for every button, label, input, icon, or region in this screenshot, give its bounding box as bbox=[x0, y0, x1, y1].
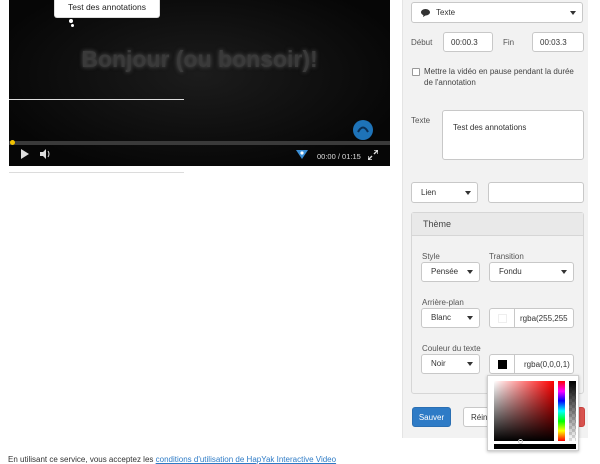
background-value: Blanc bbox=[431, 313, 452, 322]
thought-bubble-dot bbox=[71, 24, 74, 27]
video-frame-text: Bonjour (ou bonsoir)! bbox=[81, 46, 318, 72]
text-color-rgba-value: rgba(0,0,0,1) bbox=[524, 359, 570, 369]
hapyak-icon[interactable] bbox=[296, 149, 308, 160]
background-color-chip bbox=[497, 313, 507, 323]
alpha-slider[interactable] bbox=[569, 381, 576, 441]
terms-text: En utilisant ce service, vous acceptez l… bbox=[8, 455, 156, 464]
hapyak-watermark-icon bbox=[352, 119, 374, 141]
pause-checkbox-label: Mettre la vidéo en pause pendant la duré… bbox=[424, 67, 574, 87]
text-color-label: Couleur du texte bbox=[422, 344, 481, 353]
background-color-input[interactable]: rgba(255,255 bbox=[514, 308, 574, 328]
video-player[interactable]: Test des annotations Bonjour (ou bonsoir… bbox=[9, 0, 390, 166]
annotation-type-select[interactable]: Texte bbox=[411, 2, 583, 23]
text-color-select[interactable]: Noir bbox=[421, 354, 480, 374]
chevron-down-icon bbox=[465, 190, 471, 195]
end-label: Fin bbox=[503, 38, 515, 47]
start-time-input[interactable]: 00:00.3 bbox=[443, 32, 493, 52]
terms-notice: En utilisant ce service, vous acceptez l… bbox=[8, 455, 336, 464]
chevron-down-icon bbox=[467, 362, 473, 366]
style-label: Style bbox=[422, 252, 440, 261]
annotation-text: Test des annotations bbox=[68, 2, 146, 12]
annotation-text-area[interactable]: Test des annotations bbox=[442, 110, 584, 160]
transition-select[interactable]: Fondu bbox=[489, 262, 574, 282]
chevron-down-icon bbox=[570, 10, 576, 15]
fullscreen-icon[interactable] bbox=[368, 150, 378, 160]
progress-handle[interactable] bbox=[10, 140, 15, 145]
play-icon[interactable] bbox=[20, 149, 30, 159]
pause-checkbox[interactable] bbox=[412, 68, 420, 76]
link-type-select[interactable]: Lien bbox=[411, 182, 478, 203]
end-time-input[interactable]: 00:03.3 bbox=[532, 32, 584, 52]
speech-bubble-icon bbox=[421, 8, 430, 17]
color-picker-popover[interactable] bbox=[487, 375, 579, 451]
progress-bar[interactable] bbox=[9, 141, 390, 145]
color-preview-bar bbox=[494, 444, 576, 449]
control-bar: 00:00 / 01:15 bbox=[9, 146, 390, 166]
end-time-value: 00:03.3 bbox=[540, 37, 567, 47]
link-url-input[interactable] bbox=[488, 182, 584, 203]
terms-link[interactable]: conditions d'utilisation de HapYak Inter… bbox=[156, 455, 336, 464]
time-display: 00:00 / 01:15 bbox=[317, 152, 361, 161]
start-label: Début bbox=[411, 38, 433, 47]
divider bbox=[9, 99, 184, 100]
saturation-value-area[interactable] bbox=[494, 381, 554, 441]
style-select[interactable]: Pensée bbox=[421, 262, 480, 282]
background-color-value: rgba(255,255 bbox=[520, 313, 568, 323]
chevron-down-icon bbox=[467, 316, 473, 320]
thought-bubble-dot bbox=[69, 19, 73, 23]
annotation-type-value: Texte bbox=[436, 7, 456, 17]
background-select[interactable]: Blanc bbox=[421, 308, 480, 328]
transition-value: Fondu bbox=[499, 267, 522, 276]
divider bbox=[9, 172, 184, 173]
annotation-text-value: Test des annotations bbox=[453, 123, 527, 132]
text-color-input[interactable]: rgba(0,0,0,1) bbox=[514, 354, 574, 374]
hue-slider[interactable] bbox=[558, 381, 565, 441]
save-button[interactable]: Sauver bbox=[412, 407, 451, 427]
background-color-swatch[interactable] bbox=[489, 308, 515, 328]
background-label: Arrière-plan bbox=[422, 298, 464, 307]
link-type-value: Lien bbox=[421, 187, 437, 197]
text-color-value: Noir bbox=[431, 359, 446, 368]
start-time-value: 00:00.3 bbox=[451, 37, 478, 47]
text-label: Texte bbox=[411, 116, 431, 125]
chevron-down-icon bbox=[561, 270, 567, 274]
text-color-swatch[interactable] bbox=[489, 354, 515, 374]
text-color-chip bbox=[497, 359, 507, 369]
transition-label: Transition bbox=[489, 252, 524, 261]
style-value: Pensée bbox=[431, 267, 459, 276]
volume-icon[interactable] bbox=[40, 149, 52, 159]
thought-bubble-annotation[interactable]: Test des annotations bbox=[55, 0, 159, 17]
theme-title: Thème bbox=[412, 213, 583, 236]
chevron-down-icon bbox=[467, 270, 473, 274]
